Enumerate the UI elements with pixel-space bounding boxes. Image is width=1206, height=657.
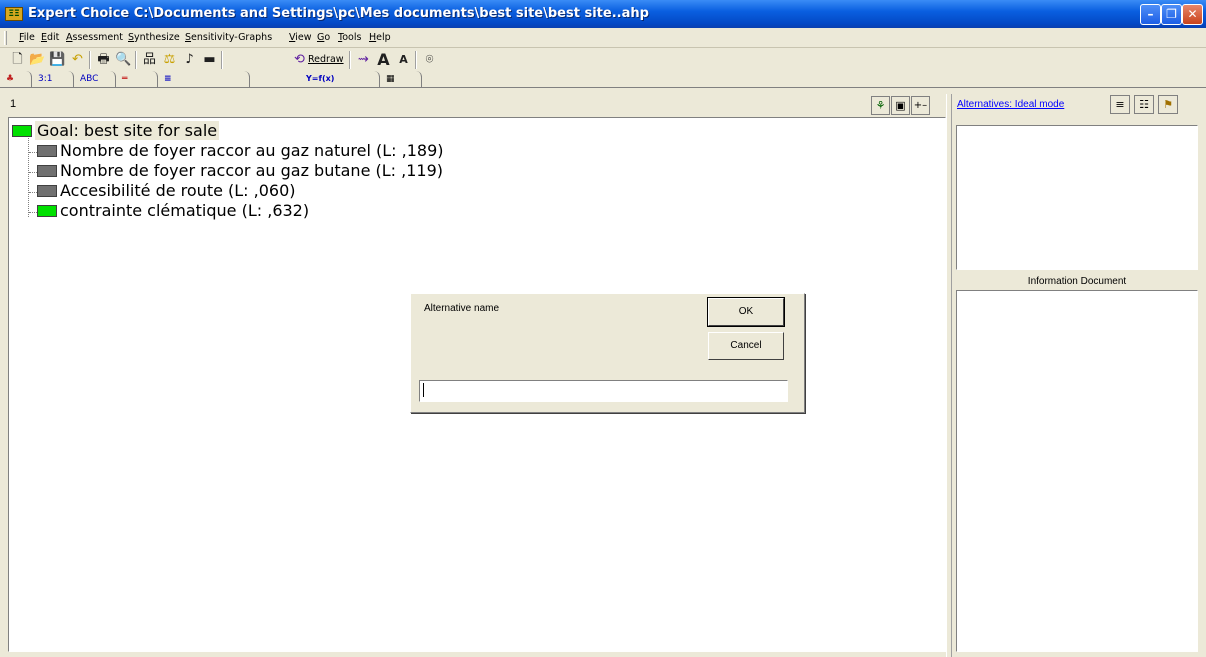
menu-go[interactable]: Go [317, 32, 330, 43]
node-color-box [37, 205, 57, 217]
menu-sensitivity-graphs[interactable]: Sensitivity-Graphs [185, 32, 272, 43]
node-color-box [12, 125, 32, 137]
hierarchy-icon[interactable]: 品 [140, 51, 159, 69]
menu-file[interactable]: File [19, 32, 35, 43]
view-tab-bar: ♣ 3:1 ABC ═ ≡ Y=f(x) ▦ [0, 71, 1206, 88]
print-icon[interactable]: 🖶 [94, 51, 113, 69]
toolbar-separator [135, 51, 137, 69]
expert-choice-window: ΞΞ Expert Choice C:\Documents and Settin… [0, 0, 1206, 657]
maximize-button[interactable]: ❐ [1161, 4, 1182, 25]
toolbar-separator [349, 51, 351, 69]
criterion-label: Nombre de foyer raccor au gaz naturel (L… [60, 141, 444, 160]
menu-help[interactable]: Help [369, 32, 391, 43]
toolbar: 🗋 📂 💾 ↶ 🖶 🔍 品 ⚖ ♪ ▬ ⟲ Redraw ⇝ A A ⌾ [0, 49, 1206, 71]
app-icon[interactable]: ΞΞ [5, 7, 23, 21]
tree-level-number: 1 [10, 98, 17, 110]
minimize-button[interactable]: – [1140, 4, 1161, 25]
people-icon: ♣ [6, 74, 15, 84]
criterion-label: Nombre de foyer raccor au gaz butane (L:… [60, 161, 443, 180]
redraw-button[interactable]: Redraw [308, 51, 344, 69]
print-preview-icon[interactable]: 🔍 [114, 51, 133, 69]
tree-header: 1 ⚘ ▣ +– [0, 94, 946, 116]
undo-icon[interactable]: ↶ [68, 51, 87, 69]
open-folder-icon[interactable]: 📂 [28, 51, 47, 69]
sort-alternatives-icon[interactable]: ☷ [1134, 95, 1154, 114]
rectangle-icon[interactable]: ▬ [200, 51, 219, 69]
goal-label: Goal: best site for sale [35, 121, 220, 140]
text-caret [423, 383, 424, 397]
tab-people[interactable]: ♣ [0, 71, 32, 87]
font-larger-icon[interactable]: A [374, 51, 393, 69]
pane-splitter[interactable] [946, 94, 952, 657]
criterion-node[interactable]: Accesibilité de route (L: ,060) [37, 181, 296, 201]
menu-edit[interactable]: Edit [41, 32, 59, 43]
tab-graphical[interactable]: ═ [116, 71, 158, 87]
cancel-button[interactable]: Cancel [708, 332, 784, 360]
save-icon[interactable]: 💾 [48, 51, 67, 69]
edit-alternatives-icon[interactable]: ≡ [1110, 95, 1130, 114]
criterion-node[interactable]: Nombre de foyer raccor au gaz butane (L:… [37, 161, 443, 181]
title-bar[interactable]: ΞΞ Expert Choice C:\Documents and Settin… [0, 0, 1206, 28]
node-color-box [37, 145, 57, 157]
tab-data-grid[interactable]: ▦ [380, 71, 422, 87]
balance-icon[interactable]: ⚖ [160, 51, 179, 69]
add-alternative-icon[interactable]: ⚑ [1158, 95, 1178, 114]
criterion-node[interactable]: Nombre de foyer raccor au gaz naturel (L… [37, 141, 444, 161]
toolbar-separator [415, 51, 417, 69]
menu-grip[interactable] [4, 31, 7, 45]
font-smaller-icon[interactable]: A [394, 51, 413, 69]
dialog-label: Alternative name [424, 303, 500, 314]
goal-node[interactable]: Goal: best site for sale [12, 121, 220, 141]
menu-tools[interactable]: Tools [338, 32, 361, 43]
expand-collapse-icon[interactable]: +– [911, 96, 930, 115]
tab-ratings[interactable]: ≡ [158, 71, 250, 87]
ok-button[interactable]: OK [707, 297, 785, 327]
redraw-icon[interactable]: ⟲ [290, 51, 309, 69]
close-button[interactable]: ✕ [1182, 4, 1203, 25]
menu-synthesize[interactable]: Synthesize [128, 32, 180, 43]
alternative-name-dialog: Alternative name OK Cancel [410, 293, 805, 413]
alternatives-pane[interactable] [956, 125, 1198, 270]
help-icon[interactable]: ⌾ [420, 51, 439, 69]
toolbar-separator [221, 51, 223, 69]
alternative-name-input[interactable] [419, 380, 788, 402]
information-document-label: Information Document [1027, 276, 1127, 287]
music-note-icon[interactable]: ♪ [180, 51, 199, 69]
menu-assessment[interactable]: Assessment [66, 32, 123, 43]
tab-verbal[interactable]: ABC [74, 71, 116, 87]
alternatives-header: Alternatives: Ideal mode ≡ ☷ ⚑ [952, 94, 1206, 116]
menu-view[interactable]: View [289, 32, 312, 43]
pointer-icon[interactable]: ⇝ [354, 51, 373, 69]
information-document-pane[interactable] [956, 290, 1198, 652]
toolbar-separator [89, 51, 91, 69]
criterion-label: contrainte clématique (L: ,632) [60, 201, 310, 220]
window-title: Expert Choice C:\Documents and Settings\… [28, 6, 649, 21]
alternatives-mode-link[interactable]: Alternatives: Ideal mode [957, 99, 1064, 110]
tree-view-icon[interactable]: ⚘ [871, 96, 890, 115]
node-color-box [37, 185, 57, 197]
node-color-box [37, 165, 57, 177]
redraw-label: Redraw [308, 54, 344, 65]
tree-connector [28, 138, 29, 217]
criterion-label: Accesibilité de route (L: ,060) [60, 181, 296, 200]
tab-pairwise[interactable]: 3:1 [32, 71, 74, 87]
box-view-icon[interactable]: ▣ [891, 96, 910, 115]
tab-formula[interactable]: Y=f(x) [300, 71, 380, 87]
criterion-node[interactable]: contrainte clématique (L: ,632) [37, 201, 309, 221]
menu-bar: File Edit Assessment Synthesize Sensitiv… [0, 28, 1206, 48]
new-file-icon[interactable]: 🗋 [8, 51, 27, 69]
